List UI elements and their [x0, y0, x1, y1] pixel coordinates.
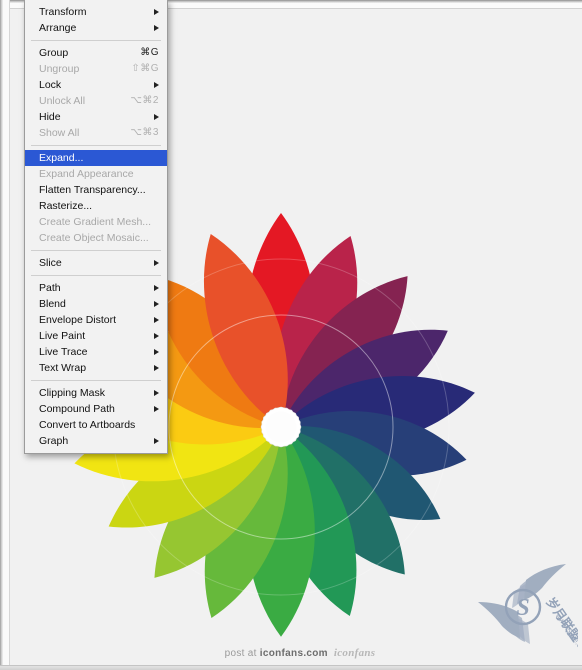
menu-item-label: Arrange — [39, 22, 77, 34]
menu-item-live-paint[interactable]: Live Paint — [25, 328, 167, 344]
menu-group: Slice — [25, 254, 167, 272]
menu-item-label: Group — [39, 47, 69, 59]
submenu-arrow-icon — [154, 9, 159, 15]
menu-item-text-wrap[interactable]: Text Wrap — [25, 360, 167, 376]
menu-item-clipping-mask[interactable]: Clipping Mask — [25, 385, 167, 401]
menu-item-label: Create Object Mosaic... — [39, 232, 149, 244]
menu-item-hide[interactable]: Hide — [25, 109, 167, 125]
menu-item-label: Envelope Distort — [39, 314, 117, 326]
menu-item-create-gradient-mesh: Create Gradient Mesh... — [25, 214, 167, 230]
menu-item-label: Graph — [39, 435, 69, 447]
menu-item-path[interactable]: Path — [25, 280, 167, 296]
submenu-arrow-icon — [154, 25, 159, 31]
gear-hub-icon — [260, 406, 302, 448]
site-watermark: S 岁月联盟 www.5yue.com — [474, 562, 582, 658]
application-window: post at iconfans.com iconfans S 岁月联盟 www.… — [0, 0, 582, 670]
menu-item-expand[interactable]: Expand... — [25, 150, 167, 166]
menu-item-label: Blend — [39, 298, 66, 310]
submenu-arrow-icon — [154, 365, 159, 371]
menu-item-label: Live Paint — [39, 330, 86, 342]
object-context-menu[interactable]: Transform Arrange Group ⌘G Ungroup ⇧⌘G Lock Unl… — [24, 0, 168, 454]
menu-group: Transform Arrange — [25, 3, 167, 37]
submenu-arrow-icon — [154, 114, 159, 120]
menu-separator — [31, 40, 161, 41]
menu-item-label: Show All — [39, 127, 80, 139]
caption-prefix: post at — [224, 648, 260, 659]
menu-item-label: Compound Path — [39, 403, 115, 415]
window-frame-left-inner — [3, 0, 10, 670]
watermark-monogram: S — [516, 595, 529, 621]
submenu-arrow-icon — [154, 301, 159, 307]
menu-item-label: Slice — [39, 257, 62, 269]
menu-item-arrange[interactable]: Arrange — [25, 20, 167, 36]
submenu-arrow-icon — [154, 438, 159, 444]
submenu-arrow-icon — [154, 406, 159, 412]
menu-item-convert-to-artboards[interactable]: Convert to Artboards — [25, 417, 167, 433]
menu-item-ungroup: Ungroup ⇧⌘G — [25, 61, 167, 77]
guide-circle — [168, 314, 394, 540]
menu-separator — [31, 380, 161, 381]
menu-separator — [31, 275, 161, 276]
menu-item-shortcut: ⌥⌘2 — [130, 95, 159, 106]
submenu-arrow-icon — [154, 390, 159, 396]
menu-item-expand-appearance: Expand Appearance — [25, 166, 167, 182]
menu-separator — [31, 250, 161, 251]
menu-item-label: Text Wrap — [39, 362, 87, 374]
menu-group: Clipping Mask Compound Path Convert to Art… — [25, 384, 167, 450]
menu-item-compound-path[interactable]: Compound Path — [25, 401, 167, 417]
menu-item-label: Path — [39, 282, 61, 294]
menu-item-label: Expand... — [39, 152, 84, 164]
menu-item-flatten-transparency[interactable]: Flatten Transparency... — [25, 182, 167, 198]
menu-item-label: Clipping Mask — [39, 387, 105, 399]
menu-item-transform[interactable]: Transform — [25, 4, 167, 20]
menu-item-create-object-mosaic: Create Object Mosaic... — [25, 230, 167, 246]
menu-item-label: Live Trace — [39, 346, 88, 358]
menu-item-label: Convert to Artboards — [39, 419, 136, 431]
menu-item-group[interactable]: Group ⌘G — [25, 45, 167, 61]
menu-item-show-all: Show All ⌥⌘3 — [25, 125, 167, 141]
window-frame-bottom — [0, 665, 582, 670]
menu-item-shortcut: ⇧⌘G — [131, 63, 159, 74]
menu-item-lock[interactable]: Lock — [25, 77, 167, 93]
submenu-arrow-icon — [154, 349, 159, 355]
menu-item-shortcut: ⌘G — [140, 47, 159, 58]
menu-group: Expand... Expand Appearance Flatten Transp… — [25, 149, 167, 247]
menu-item-label: Lock — [39, 79, 62, 91]
menu-group: Group ⌘G Ungroup ⇧⌘G Lock Unlock All ⌥⌘2 Hide Sh… — [25, 44, 167, 142]
submenu-arrow-icon — [154, 260, 159, 266]
submenu-arrow-icon — [154, 82, 159, 88]
menu-item-blend[interactable]: Blend — [25, 296, 167, 312]
caption-site: iconfans.com — [259, 648, 328, 659]
menu-item-label: Flatten Transparency... — [39, 184, 146, 196]
menu-group: Path Blend Envelope Distort Live Paint Live … — [25, 279, 167, 377]
menu-item-shortcut: ⌥⌘3 — [130, 127, 159, 138]
caption-script-logo: iconfans — [333, 647, 376, 659]
menu-item-label: Create Gradient Mesh... — [39, 216, 152, 228]
submenu-arrow-icon — [154, 333, 159, 339]
menu-item-live-trace[interactable]: Live Trace — [25, 344, 167, 360]
menu-separator — [31, 145, 161, 146]
menu-item-slice[interactable]: Slice — [25, 255, 167, 271]
menu-item-graph[interactable]: Graph — [25, 433, 167, 449]
submenu-arrow-icon — [154, 317, 159, 323]
menu-item-label: Hide — [39, 111, 61, 123]
menu-item-label: Rasterize... — [39, 200, 93, 212]
menu-item-label: Ungroup — [39, 63, 80, 75]
submenu-arrow-icon — [154, 285, 159, 291]
watermark-svg: S 岁月联盟 www.5yue.com — [478, 564, 582, 658]
menu-item-unlock-all: Unlock All ⌥⌘2 — [25, 93, 167, 109]
menu-item-envelope-distort[interactable]: Envelope Distort — [25, 312, 167, 328]
menu-item-label: Expand Appearance — [39, 168, 134, 180]
menu-item-rasterize[interactable]: Rasterize... — [25, 198, 167, 214]
menu-item-label: Unlock All — [39, 95, 86, 107]
menu-item-label: Transform — [39, 6, 87, 18]
